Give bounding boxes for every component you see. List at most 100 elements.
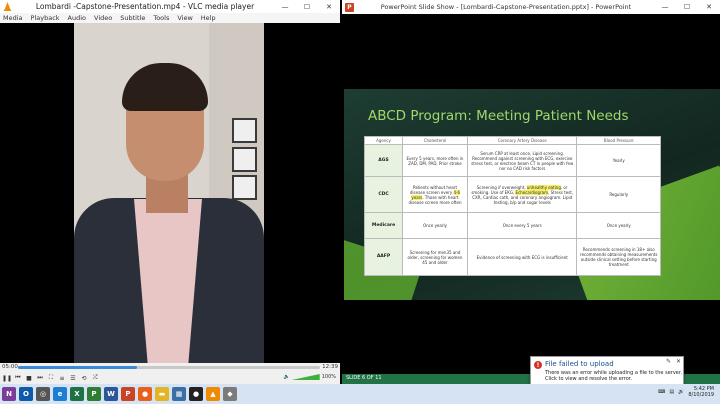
excel-icon[interactable]: X: [70, 387, 84, 401]
table-cell: Screening for men35 and older, screening…: [402, 238, 468, 276]
media-icon[interactable]: ◎: [36, 387, 50, 401]
ppt-title: PowerPoint Slide Show - [Lombardi-Capsto…: [380, 3, 632, 11]
firefox-icon[interactable]: ●: [138, 387, 152, 401]
menu-playback[interactable]: Playback: [31, 14, 60, 22]
table-cell: Once yearly: [576, 212, 661, 239]
agency-cell: AGS: [364, 144, 403, 177]
vlc-title: Lombardi -Capstone-Presentation.mp4 - VL…: [35, 2, 255, 11]
keyboard-icon[interactable]: ⌨: [658, 389, 665, 395]
upload-error-notification[interactable]: ! File failed to upload ✎ ✕ There was an…: [530, 356, 684, 386]
playlist-icon[interactable]: ☰: [68, 373, 78, 383]
next-icon[interactable]: ⏭: [35, 373, 45, 383]
taskbar: N O ◎ e X P W P ● ▬ ▦ ● ▲ ◆ ⌨ ▤ 🔊 5:42 PM 8/10/2019: [0, 384, 720, 404]
network-icon[interactable]: ▤: [669, 389, 674, 395]
maximize-icon[interactable]: ☐: [296, 0, 318, 13]
table-cell: Serum CRP at least once, Lipid screening…: [466, 144, 578, 177]
pause-icon[interactable]: ❚❚: [2, 373, 12, 383]
presenter-hair: [122, 63, 208, 111]
slide-title: ABCD Program: Meeting Patient Needs: [368, 108, 629, 124]
settings-icon[interactable]: ✎: [666, 358, 671, 365]
vlc-titlebar: Lombardi -Capstone-Presentation.mp4 - VL…: [0, 0, 340, 13]
minimize-icon[interactable]: —: [654, 1, 676, 14]
extended-settings-icon[interactable]: ≡: [57, 373, 67, 383]
menu-help[interactable]: Help: [201, 14, 216, 22]
table-header: Agency Cholesterol Coronary Artery Disea…: [364, 136, 661, 145]
app-icon[interactable]: ▦: [172, 387, 186, 401]
slide-counter: SLIDE 6 OF 11: [346, 375, 382, 381]
folder-icon[interactable]: ▬: [155, 387, 169, 401]
table-cell: Regularly: [576, 176, 661, 213]
volume-control[interactable]: 🔈 100%: [283, 374, 336, 380]
video-area[interactable]: [0, 23, 340, 363]
previous-icon[interactable]: ⏮: [13, 373, 23, 383]
app2-icon[interactable]: ◆: [223, 387, 237, 401]
speaker-icon[interactable]: 🔈: [283, 374, 289, 380]
powerpoint-icon[interactable]: P: [121, 387, 135, 401]
project-icon[interactable]: P: [87, 387, 101, 401]
menu-video[interactable]: Video: [94, 14, 112, 22]
table-cell: Screening if overweight, unhealthy eatin…: [466, 176, 578, 213]
vlc-cone-icon: [3, 2, 12, 11]
table-row: AAFP Screening for men35 and older, scre…: [364, 238, 661, 276]
onenote-icon[interactable]: N: [2, 387, 16, 401]
menu-subtitle[interactable]: Subtitle: [120, 14, 145, 22]
powerpoint-icon: P: [345, 2, 354, 12]
error-icon: !: [534, 361, 542, 369]
volume-slider[interactable]: [291, 374, 320, 380]
ppt-titlebar: P PowerPoint Slide Show - [Lombardi-Caps…: [342, 0, 720, 14]
table-cell: Once yearly: [402, 212, 468, 239]
agency-cell: AAFP: [364, 238, 403, 276]
seek-slider[interactable]: [18, 366, 320, 369]
menu-view[interactable]: View: [177, 14, 192, 22]
column-header: Coronary Artery Disease: [466, 136, 578, 145]
table-cell: Every 5 years, more often in ZAD, DM, PA…: [402, 144, 468, 177]
shuffle-icon[interactable]: ⤮: [90, 373, 100, 383]
video-frame: [74, 23, 264, 363]
menu-tools[interactable]: Tools: [153, 14, 169, 22]
menu-media[interactable]: Media: [3, 14, 23, 22]
word-icon[interactable]: W: [104, 387, 118, 401]
clock[interactable]: 5:42 PM 8/10/2019: [688, 386, 714, 398]
outlook-icon[interactable]: O: [19, 387, 33, 401]
fullscreen-icon[interactable]: ⛶: [46, 373, 56, 383]
loop-icon[interactable]: ⟲: [79, 373, 89, 383]
table-cell: Yearly: [576, 144, 661, 177]
volume-level: 100%: [321, 374, 336, 380]
vlc-controls: ❚❚ ⏮ ■ ⏭ ⛶ ≡ ☰ ⟲ ⤮ 🔈 100%: [0, 372, 340, 384]
clock-date: 8/10/2019: [688, 392, 714, 398]
table-row: CDC Patients without heart disease scree…: [364, 176, 661, 213]
wall-picture: [232, 175, 257, 200]
column-header: Blood Pressure: [576, 136, 661, 145]
time-total: 12:39: [322, 364, 338, 370]
edge-icon[interactable]: e: [53, 387, 67, 401]
agency-cell: Medicare: [364, 212, 403, 239]
table-cell: Patients without heart disease screen ev…: [402, 176, 468, 213]
table-cell: Recommends screening in 18+ also recomme…: [576, 238, 661, 276]
stop-icon[interactable]: ■: [24, 373, 34, 383]
column-header: Cholesterol: [402, 136, 468, 145]
screening-table: Agency Cholesterol Coronary Artery Disea…: [364, 136, 661, 276]
table-row: Medicare Once yearly Once every 5 years …: [364, 212, 661, 239]
system-tray: ⌨ ▤ 🔊 5:42 PM 8/10/2019: [658, 386, 714, 398]
table-cell: Once every 5 years: [466, 212, 578, 239]
menu-audio[interactable]: Audio: [68, 14, 86, 22]
close-icon[interactable]: ✕: [698, 1, 720, 14]
wall-picture: [232, 147, 257, 172]
seek-row: 05:00 12:39: [0, 363, 340, 372]
close-icon[interactable]: ✕: [676, 358, 681, 365]
cell-text: Patients without heart disease screen ev…: [409, 184, 458, 195]
vlc-menubar: Media Playback Audio Video Subtitle Tool…: [0, 13, 340, 23]
slide[interactable]: ABCD Program: Meeting Patient Needs Agen…: [344, 89, 720, 300]
vlc-icon[interactable]: ▲: [206, 387, 220, 401]
vlc-window: Lombardi -Capstone-Presentation.mp4 - VL…: [0, 0, 340, 384]
table-cell: Evidence of screening with ECG is insuff…: [466, 238, 578, 276]
maximize-icon[interactable]: ☐: [676, 1, 698, 14]
powerpoint-window: P PowerPoint Slide Show - [Lombardi-Caps…: [342, 0, 720, 384]
notification-body: There was an error while uploading a fil…: [545, 370, 683, 383]
volume-icon[interactable]: 🔊: [678, 389, 684, 395]
minimize-icon[interactable]: —: [274, 0, 296, 13]
agency-cell: CDC: [364, 176, 403, 213]
close-icon[interactable]: ✕: [318, 0, 340, 13]
record-icon[interactable]: ●: [189, 387, 203, 401]
time-elapsed: 05:00: [2, 364, 18, 370]
